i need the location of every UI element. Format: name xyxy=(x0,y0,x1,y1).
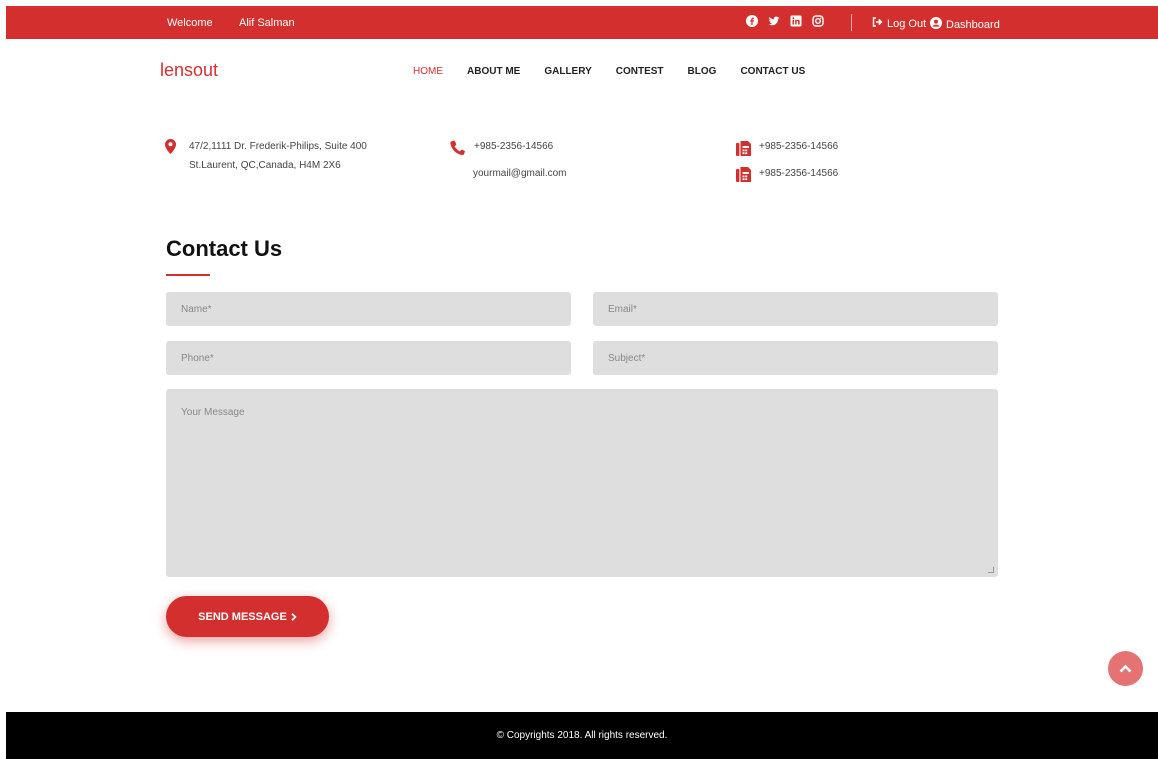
name-input[interactable]: Name* xyxy=(166,292,571,326)
instagram-icon[interactable] xyxy=(812,15,824,27)
main-nav: HOME ABOUT ME GALLERY CONTEST BLOG CONTA… xyxy=(413,66,829,77)
address-line-2: St.Laurent, QC,Canada, H4M 2X6 xyxy=(189,160,341,171)
email-input[interactable]: Email* xyxy=(593,292,998,326)
send-message-button[interactable]: SEND MESSAGE xyxy=(166,596,329,637)
subject-input[interactable]: Subject* xyxy=(593,341,998,375)
topbar-divider xyxy=(851,14,852,31)
nav-item-contest[interactable]: CONTEST xyxy=(616,66,664,77)
nav-item-gallery[interactable]: GALLERY xyxy=(544,66,591,77)
facebook-icon[interactable] xyxy=(746,15,758,27)
fax-icon xyxy=(736,140,751,161)
dashboard-label: Dashboard xyxy=(946,18,1000,31)
fax-icon xyxy=(736,166,751,187)
resize-handle[interactable] xyxy=(988,567,994,573)
chevron-right-icon xyxy=(291,612,297,621)
message-textarea[interactable]: Your Message xyxy=(166,389,998,577)
twitter-icon[interactable] xyxy=(768,15,780,27)
sign-out-icon xyxy=(872,17,883,30)
map-marker-icon xyxy=(165,139,176,159)
phone-number[interactable]: +985-2356-14566 xyxy=(474,137,553,156)
social-links xyxy=(746,15,824,27)
fax-number-1: +985-2356-14566 xyxy=(759,141,839,152)
address-block: 47/2,1111 Dr. Frederik-Philips, Suite 40… xyxy=(189,137,367,175)
linkedin-icon[interactable] xyxy=(790,15,802,27)
address-line-1: 47/2,1111 Dr. Frederik-Philips, Suite 40… xyxy=(189,141,367,152)
logout-label: Log Out xyxy=(887,17,927,30)
fax-number-2: +985-2356-14566 xyxy=(759,168,839,179)
logout-link[interactable]: Log Out xyxy=(872,17,926,30)
dashboard-link[interactable]: Dashboard xyxy=(930,17,1000,32)
nav-item-about-me[interactable]: ABOUT ME xyxy=(467,66,520,77)
username-link[interactable]: Alif Salman xyxy=(239,17,295,29)
footer: © Copyrights 2018. All rights reserved. xyxy=(6,712,1158,759)
user-circle-icon xyxy=(930,17,942,32)
welcome-text: Welcome xyxy=(167,17,213,29)
page-title: Contact Us xyxy=(166,236,283,261)
site-logo[interactable]: lensout xyxy=(160,60,218,81)
send-message-label: SEND MESSAGE xyxy=(198,610,287,623)
nav-item-blog[interactable]: BLOG xyxy=(688,66,717,77)
title-underline xyxy=(166,274,210,276)
message-placeholder: Your Message xyxy=(181,407,245,418)
nav-item-home[interactable]: HOME xyxy=(413,66,443,77)
chevron-up-icon xyxy=(1119,664,1132,673)
scroll-to-top-button[interactable] xyxy=(1108,651,1143,686)
nav-item-contact-us[interactable]: CONTACT US xyxy=(740,66,805,77)
copyright-text: © Copyrights 2018. All rights reserved. xyxy=(496,730,668,741)
email-address[interactable]: yourmail@gmail.com xyxy=(473,164,567,183)
phone-icon xyxy=(450,140,466,160)
phone-input[interactable]: Phone* xyxy=(166,341,571,375)
top-bar: Welcome Alif Salman Log Out Dashboard xyxy=(6,6,1158,39)
